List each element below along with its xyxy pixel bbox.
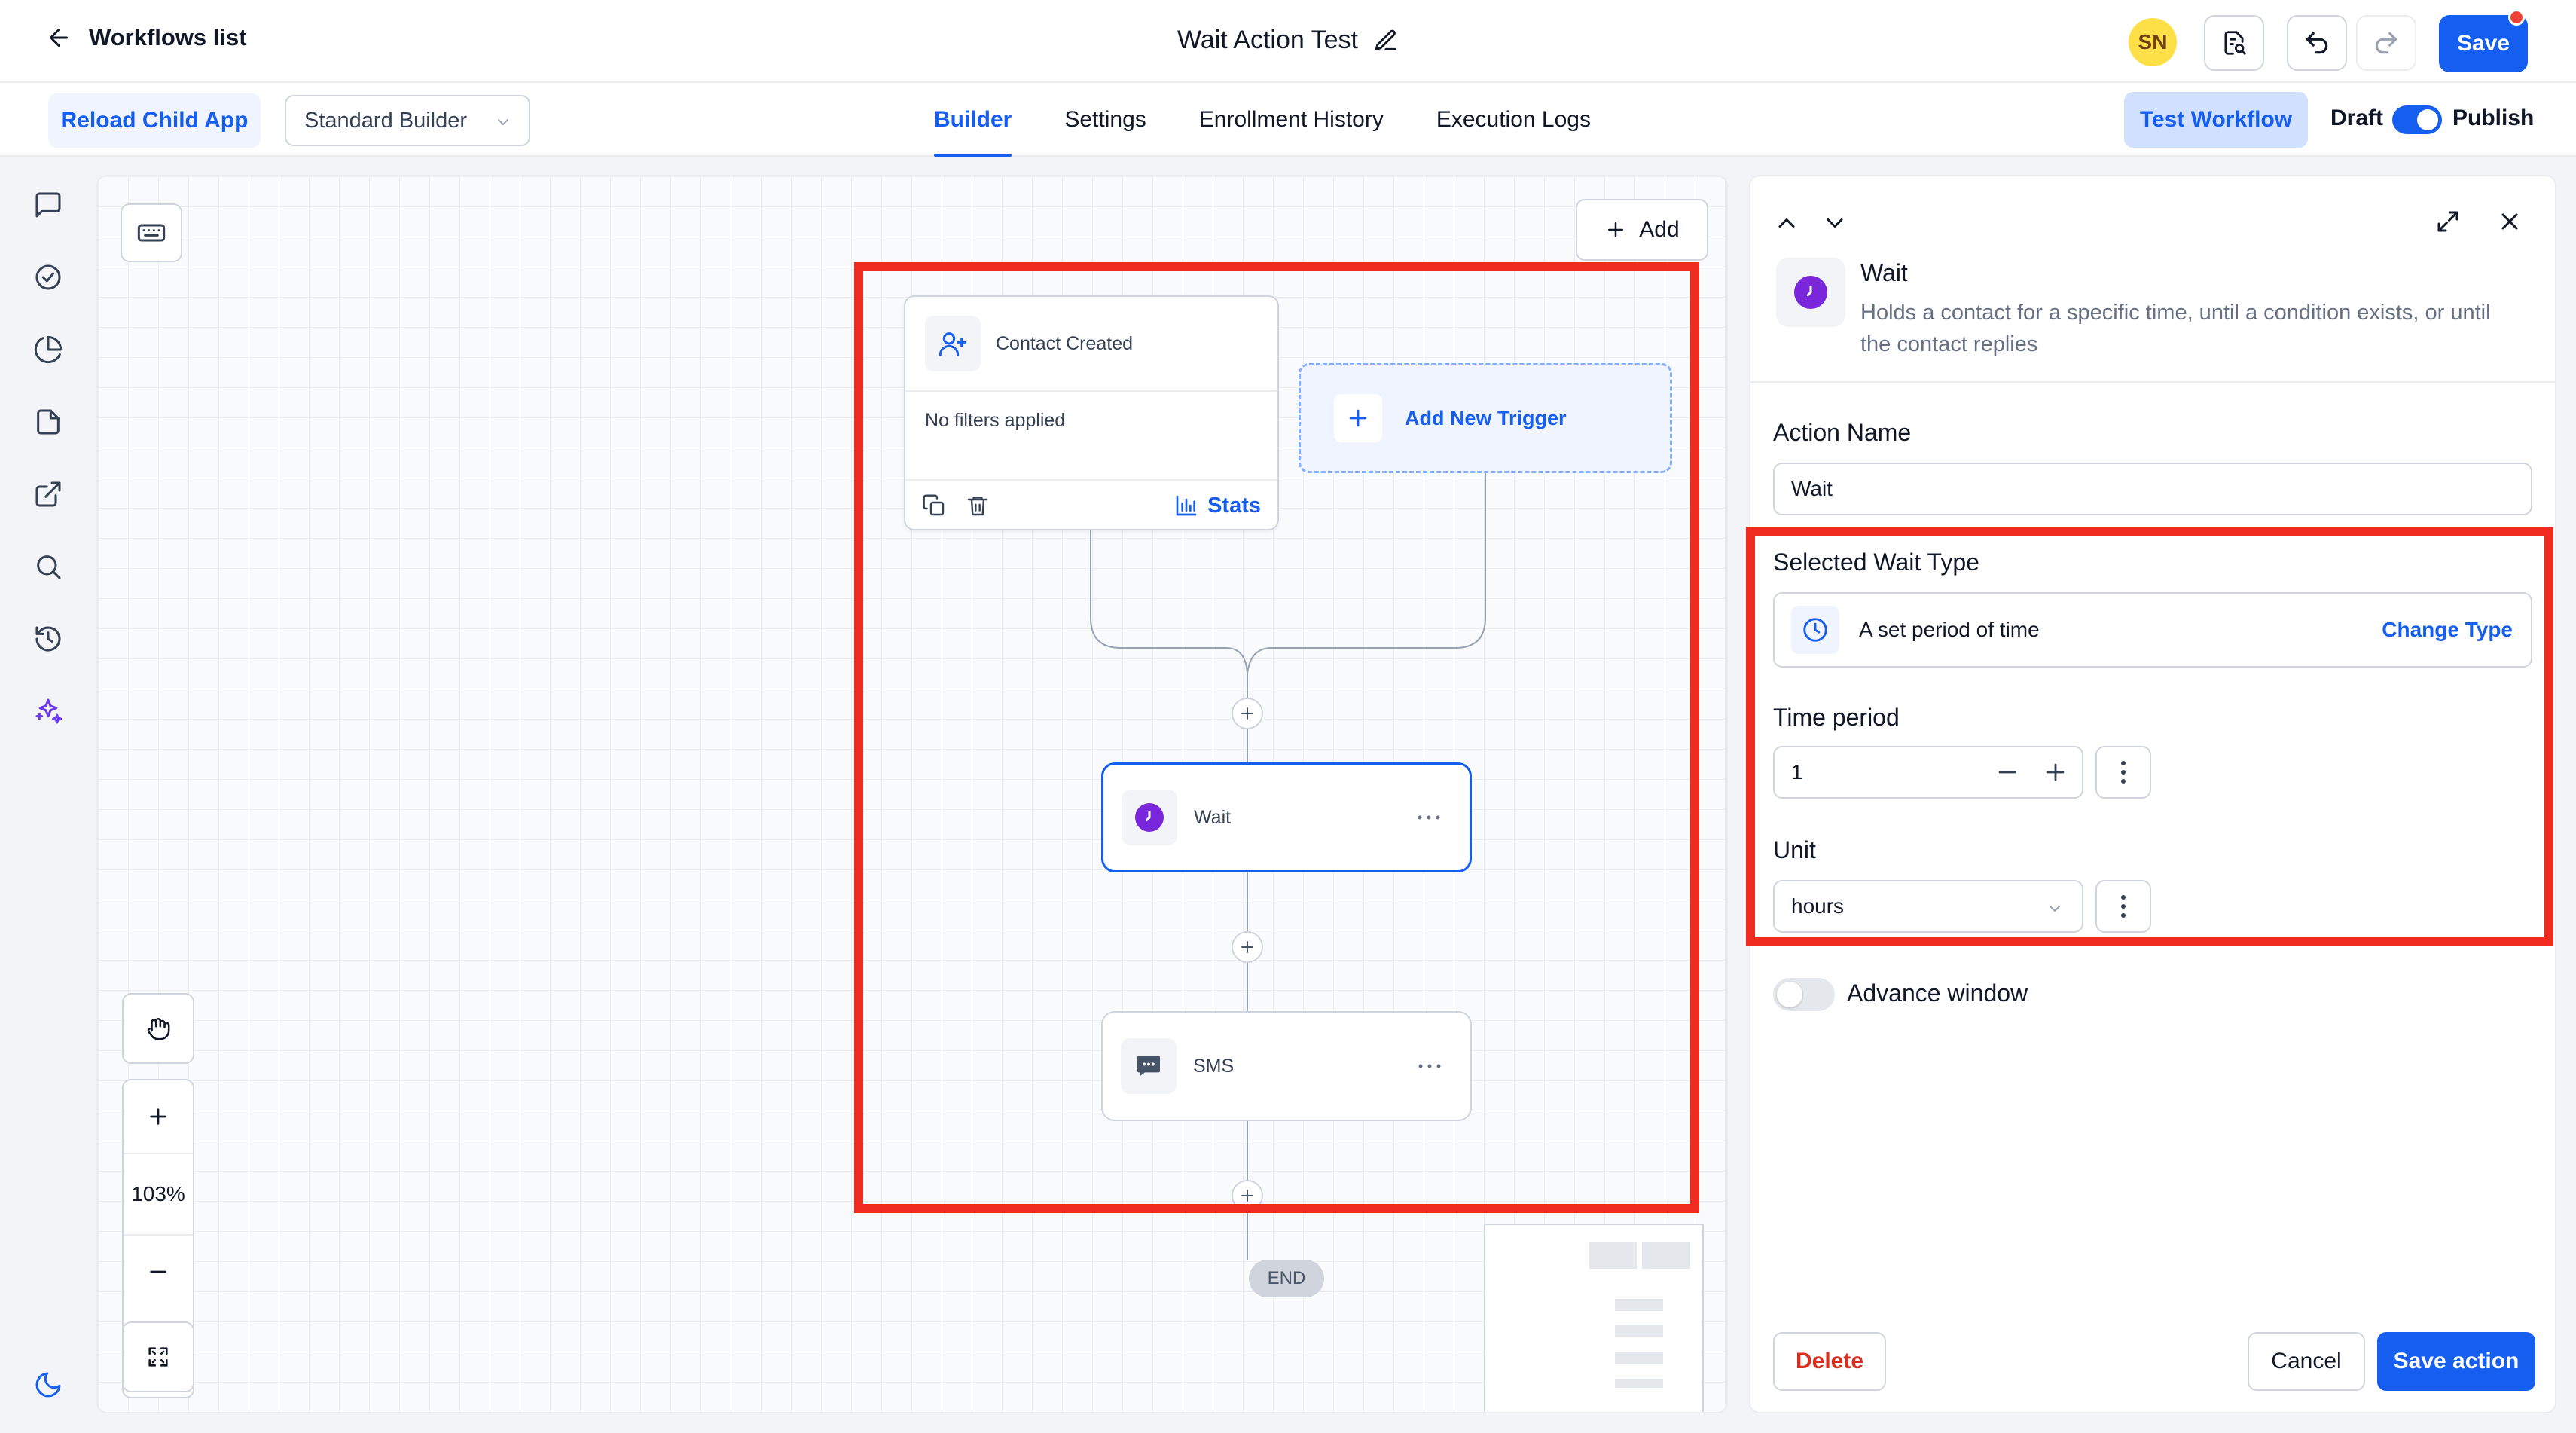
close-icon: [2501, 213, 2518, 230]
rail-files-button[interactable]: [30, 404, 66, 440]
tab-settings[interactable]: Settings: [1064, 83, 1146, 157]
chevron-down-icon: [498, 119, 508, 125]
end-node: END: [1249, 1260, 1324, 1297]
undo-icon: [2306, 32, 2328, 54]
redo-icon: [2375, 32, 2397, 54]
zoom-level: 103%: [124, 1154, 193, 1236]
action-name-input[interactable]: Wait: [1773, 463, 2532, 515]
expand-panel-button[interactable]: [2434, 208, 2462, 239]
fit-view-button[interactable]: [122, 1321, 194, 1392]
rail-reports-button[interactable]: [30, 332, 66, 368]
chat-icon: [35, 192, 61, 218]
minimap-node: [1589, 1242, 1637, 1269]
document-search-icon: [2224, 31, 2246, 55]
panel-action-description: Holds a contact for a specific time, unt…: [1860, 301, 2491, 356]
arrow-left-icon: [50, 29, 68, 47]
chevron-down-icon: [1827, 218, 1843, 228]
zoom-level-label: 103%: [131, 1182, 185, 1205]
maximize-icon: [2437, 211, 2458, 232]
minimap[interactable]: [1484, 1224, 1704, 1412]
pie-chart-icon: [34, 335, 63, 364]
check-circle-icon: [35, 264, 61, 290]
workflow-canvas[interactable]: Add Contact Created No filters applied S…: [96, 175, 1728, 1413]
publish-label: Publish: [2452, 105, 2535, 130]
sparkles-icon: [35, 698, 63, 724]
tab-enrollment-history[interactable]: Enrollment History: [1199, 83, 1384, 157]
reload-child-app-button[interactable]: Reload Child App: [48, 93, 261, 148]
save-action-button[interactable]: Save action: [2377, 1332, 2535, 1391]
workflow-title-area: Wait Action Test: [0, 26, 2576, 55]
rail-chat-button[interactable]: [30, 187, 66, 223]
rail-theme-button[interactable]: [30, 1367, 66, 1403]
rail-external-button[interactable]: [30, 476, 66, 512]
plus-icon: [150, 1108, 166, 1125]
redo-button[interactable]: [2356, 15, 2416, 71]
expand-icon: [148, 1347, 168, 1367]
zoom-in-button[interactable]: [124, 1080, 193, 1154]
document-search-button[interactable]: [2204, 15, 2264, 71]
zoom-out-button[interactable]: [124, 1236, 193, 1308]
hand-icon: [147, 1018, 170, 1040]
delete-action-button[interactable]: Delete: [1773, 1332, 1886, 1391]
search-icon: [37, 555, 61, 579]
close-panel-button[interactable]: [2496, 208, 2523, 239]
rail-history-button[interactable]: [30, 621, 66, 657]
advance-window-label: Advance window: [1847, 979, 2028, 1007]
next-action-button[interactable]: [1821, 209, 1848, 240]
tab-execution-logs[interactable]: Execution Logs: [1436, 83, 1591, 157]
sub-bar: Reload Child App Standard Builder Builde…: [0, 83, 2576, 157]
draft-label: Draft: [2330, 105, 2384, 130]
minimap-node: [1615, 1352, 1663, 1364]
minimap-node: [1642, 1242, 1690, 1269]
back-to-workflows-link[interactable]: Workflows list: [45, 24, 247, 51]
undo-button[interactable]: [2287, 15, 2347, 71]
action-name-label: Action Name: [1773, 419, 1912, 446]
minimap-node: [1615, 1379, 1663, 1388]
pan-mode-button[interactable]: [122, 993, 194, 1064]
main-tabs: Builder Settings Enrollment History Exec…: [934, 83, 1591, 157]
back-label: Workflows list: [89, 24, 247, 50]
user-avatar[interactable]: SN: [2129, 18, 2177, 66]
previous-action-button[interactable]: [1773, 209, 1800, 240]
pencil-icon[interactable]: [1373, 28, 1399, 53]
minimap-node: [1615, 1325, 1663, 1337]
top-bar: Workflows list Wait Action Test SN Save: [0, 0, 2576, 83]
minus-icon: [150, 1270, 166, 1273]
rail-search-button[interactable]: [30, 548, 66, 585]
chevron-up-icon: [1778, 218, 1795, 228]
clock-icon: [1794, 276, 1827, 309]
test-workflow-button[interactable]: Test Workflow: [2124, 92, 2308, 148]
annotation-highlight-box: [1746, 527, 2553, 946]
panel-action-title: Wait: [1860, 259, 1908, 286]
rail-ai-button[interactable]: [30, 693, 66, 729]
rail-tasks-button[interactable]: [30, 259, 66, 295]
workflow-title: Wait Action Test: [1177, 26, 1358, 54]
advance-window-toggle[interactable]: [1773, 978, 1835, 1011]
publish-toggle[interactable]: [2392, 105, 2442, 134]
builder-mode-value: Standard Builder: [304, 108, 468, 133]
moon-icon: [35, 1372, 61, 1398]
history-icon: [35, 626, 61, 652]
file-icon: [37, 409, 60, 435]
external-link-icon: [35, 481, 61, 507]
wait-type-badge: [1776, 258, 1845, 327]
annotation-highlight-box: [854, 262, 1699, 1213]
cancel-button[interactable]: Cancel: [2248, 1332, 2365, 1391]
builder-mode-select[interactable]: Standard Builder: [285, 95, 530, 146]
unsaved-indicator-dot: [2508, 9, 2525, 26]
minimap-node: [1615, 1299, 1663, 1311]
panel-divider: [1750, 381, 2555, 383]
tab-builder[interactable]: Builder: [934, 83, 1012, 157]
action-name-value: Wait: [1791, 477, 1833, 500]
